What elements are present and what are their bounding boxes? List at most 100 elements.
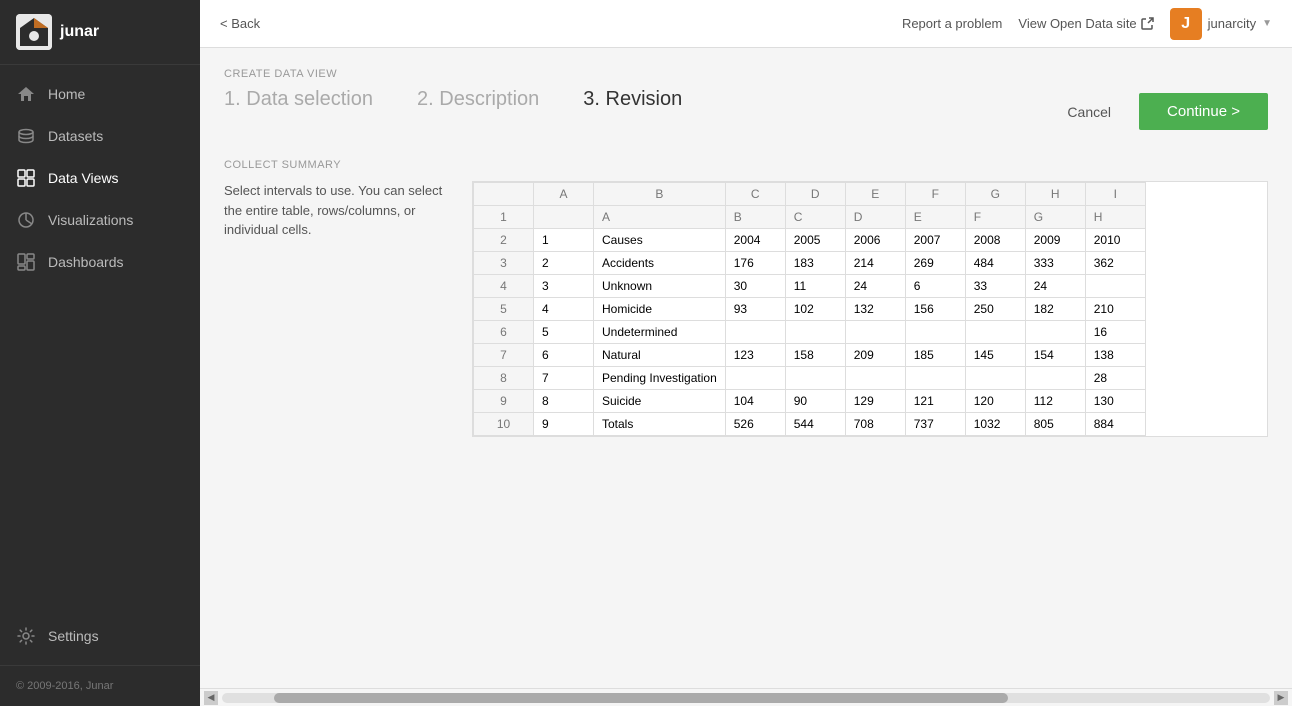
table-cell[interactable]: 123 (725, 344, 785, 367)
table-row[interactable]: 65Undetermined16 (474, 321, 1146, 344)
table-cell[interactable]: 210 (1085, 298, 1145, 321)
table-cell[interactable]: 805 (1025, 413, 1085, 436)
table-cell[interactable]: 9 (534, 413, 594, 436)
table-cell[interactable]: 176 (725, 252, 785, 275)
table-cell[interactable]: 28 (1085, 367, 1145, 390)
report-problem-link[interactable]: Report a problem (902, 16, 1002, 31)
table-cell[interactable]: 2 (534, 252, 594, 275)
table-cell[interactable]: 102 (785, 298, 845, 321)
table-cell[interactable]: 104 (725, 390, 785, 413)
table-cell[interactable]: 130 (1085, 390, 1145, 413)
table-cell[interactable]: 33 (965, 275, 1025, 298)
sidebar-item-settings[interactable]: Settings (0, 615, 200, 657)
table-cell[interactable]: H (1085, 206, 1145, 229)
table-cell[interactable]: 158 (785, 344, 845, 367)
table-cell[interactable]: 1032 (965, 413, 1025, 436)
table-cell[interactable]: A (594, 206, 726, 229)
user-info[interactable]: J junarcity ▼ (1170, 8, 1272, 40)
table-cell[interactable]: 156 (905, 298, 965, 321)
table-cell[interactable]: 2004 (725, 229, 785, 252)
table-row[interactable]: 43Unknown30112463324 (474, 275, 1146, 298)
table-cell[interactable]: Homicide (594, 298, 726, 321)
table-cell[interactable] (725, 321, 785, 344)
back-button[interactable]: < Back (220, 16, 260, 31)
table-cell[interactable]: 884 (1085, 413, 1145, 436)
table-cell[interactable]: 129 (845, 390, 905, 413)
table-cell[interactable]: F (965, 206, 1025, 229)
table-cell[interactable]: 2005 (785, 229, 845, 252)
table-cell[interactable]: 8 (534, 390, 594, 413)
table-cell[interactable]: 209 (845, 344, 905, 367)
table-cell[interactable]: 138 (1085, 344, 1145, 367)
table-cell[interactable]: Totals (594, 413, 726, 436)
table-cell[interactable]: 2007 (905, 229, 965, 252)
table-cell[interactable]: 269 (905, 252, 965, 275)
table-row[interactable]: 98Suicide10490129121120112130 (474, 390, 1146, 413)
table-cell[interactable]: 11 (785, 275, 845, 298)
table-cell[interactable]: 16 (1085, 321, 1145, 344)
table-cell[interactable]: 737 (905, 413, 965, 436)
table-cell[interactable]: 30 (725, 275, 785, 298)
table-cell[interactable]: 183 (785, 252, 845, 275)
sidebar-item-dashboards[interactable]: Dashboards (0, 241, 200, 283)
table-row[interactable]: 21Causes2004200520062007200820092010 (474, 229, 1146, 252)
table-cell[interactable]: Unknown (594, 275, 726, 298)
table-cell[interactable] (845, 367, 905, 390)
table-cell[interactable]: 333 (1025, 252, 1085, 275)
scroll-right-arrow[interactable]: ▶ (1274, 691, 1288, 705)
table-cell[interactable]: D (845, 206, 905, 229)
table-cell[interactable] (1025, 367, 1085, 390)
open-data-link[interactable]: View Open Data site (1018, 16, 1153, 31)
table-cell[interactable]: 7 (534, 367, 594, 390)
table-cell[interactable]: Suicide (594, 390, 726, 413)
table-cell[interactable]: 6 (534, 344, 594, 367)
table-cell[interactable]: 121 (905, 390, 965, 413)
table-cell[interactable]: 526 (725, 413, 785, 436)
table-cell[interactable]: 544 (785, 413, 845, 436)
table-cell[interactable]: 2010 (1085, 229, 1145, 252)
table-cell[interactable]: 90 (785, 390, 845, 413)
table-cell[interactable] (965, 321, 1025, 344)
scroll-track[interactable] (222, 693, 1270, 703)
horizontal-scrollbar[interactable]: ◀ ▶ (200, 688, 1292, 706)
table-row[interactable]: 32Accidents176183214269484333362 (474, 252, 1146, 275)
table-cell[interactable] (725, 367, 785, 390)
table-cell[interactable]: 2008 (965, 229, 1025, 252)
table-cell[interactable]: Natural (594, 344, 726, 367)
table-cell[interactable]: 2006 (845, 229, 905, 252)
table-cell[interactable]: 93 (725, 298, 785, 321)
table-cell[interactable]: 484 (965, 252, 1025, 275)
table-cell[interactable]: Accidents (594, 252, 726, 275)
sidebar-item-dataviews[interactable]: Data Views (0, 157, 200, 199)
table-cell[interactable]: 214 (845, 252, 905, 275)
table-cell[interactable] (1025, 321, 1085, 344)
table-row[interactable]: 76Natural123158209185145154138 (474, 344, 1146, 367)
sidebar-item-home[interactable]: Home (0, 73, 200, 115)
table-cell[interactable] (785, 321, 845, 344)
table-cell[interactable]: G (1025, 206, 1085, 229)
table-cell[interactable]: 1 (534, 229, 594, 252)
sidebar-item-visualizations[interactable]: Visualizations (0, 199, 200, 241)
table-cell[interactable]: 120 (965, 390, 1025, 413)
table-cell[interactable] (905, 321, 965, 344)
table-cell[interactable] (845, 321, 905, 344)
table-cell[interactable] (534, 206, 594, 229)
table-cell[interactable]: 4 (534, 298, 594, 321)
continue-button[interactable]: Continue > (1139, 93, 1268, 130)
table-cell[interactable]: 24 (845, 275, 905, 298)
sidebar-item-datasets[interactable]: Datasets (0, 115, 200, 157)
table-cell[interactable]: 5 (534, 321, 594, 344)
table-cell[interactable]: 185 (905, 344, 965, 367)
table-cell[interactable]: 132 (845, 298, 905, 321)
scroll-thumb[interactable] (274, 693, 1008, 703)
table-cell[interactable]: 6 (905, 275, 965, 298)
table-cell[interactable] (785, 367, 845, 390)
table-row[interactable]: 87Pending Investigation28 (474, 367, 1146, 390)
table-cell[interactable]: 2009 (1025, 229, 1085, 252)
table-cell[interactable]: 154 (1025, 344, 1085, 367)
table-cell[interactable]: 708 (845, 413, 905, 436)
scroll-left-arrow[interactable]: ◀ (204, 691, 218, 705)
table-cell[interactable]: 145 (965, 344, 1025, 367)
table-cell[interactable]: 3 (534, 275, 594, 298)
data-table-wrapper[interactable]: A B C D E F G H I 1 (472, 181, 1268, 437)
